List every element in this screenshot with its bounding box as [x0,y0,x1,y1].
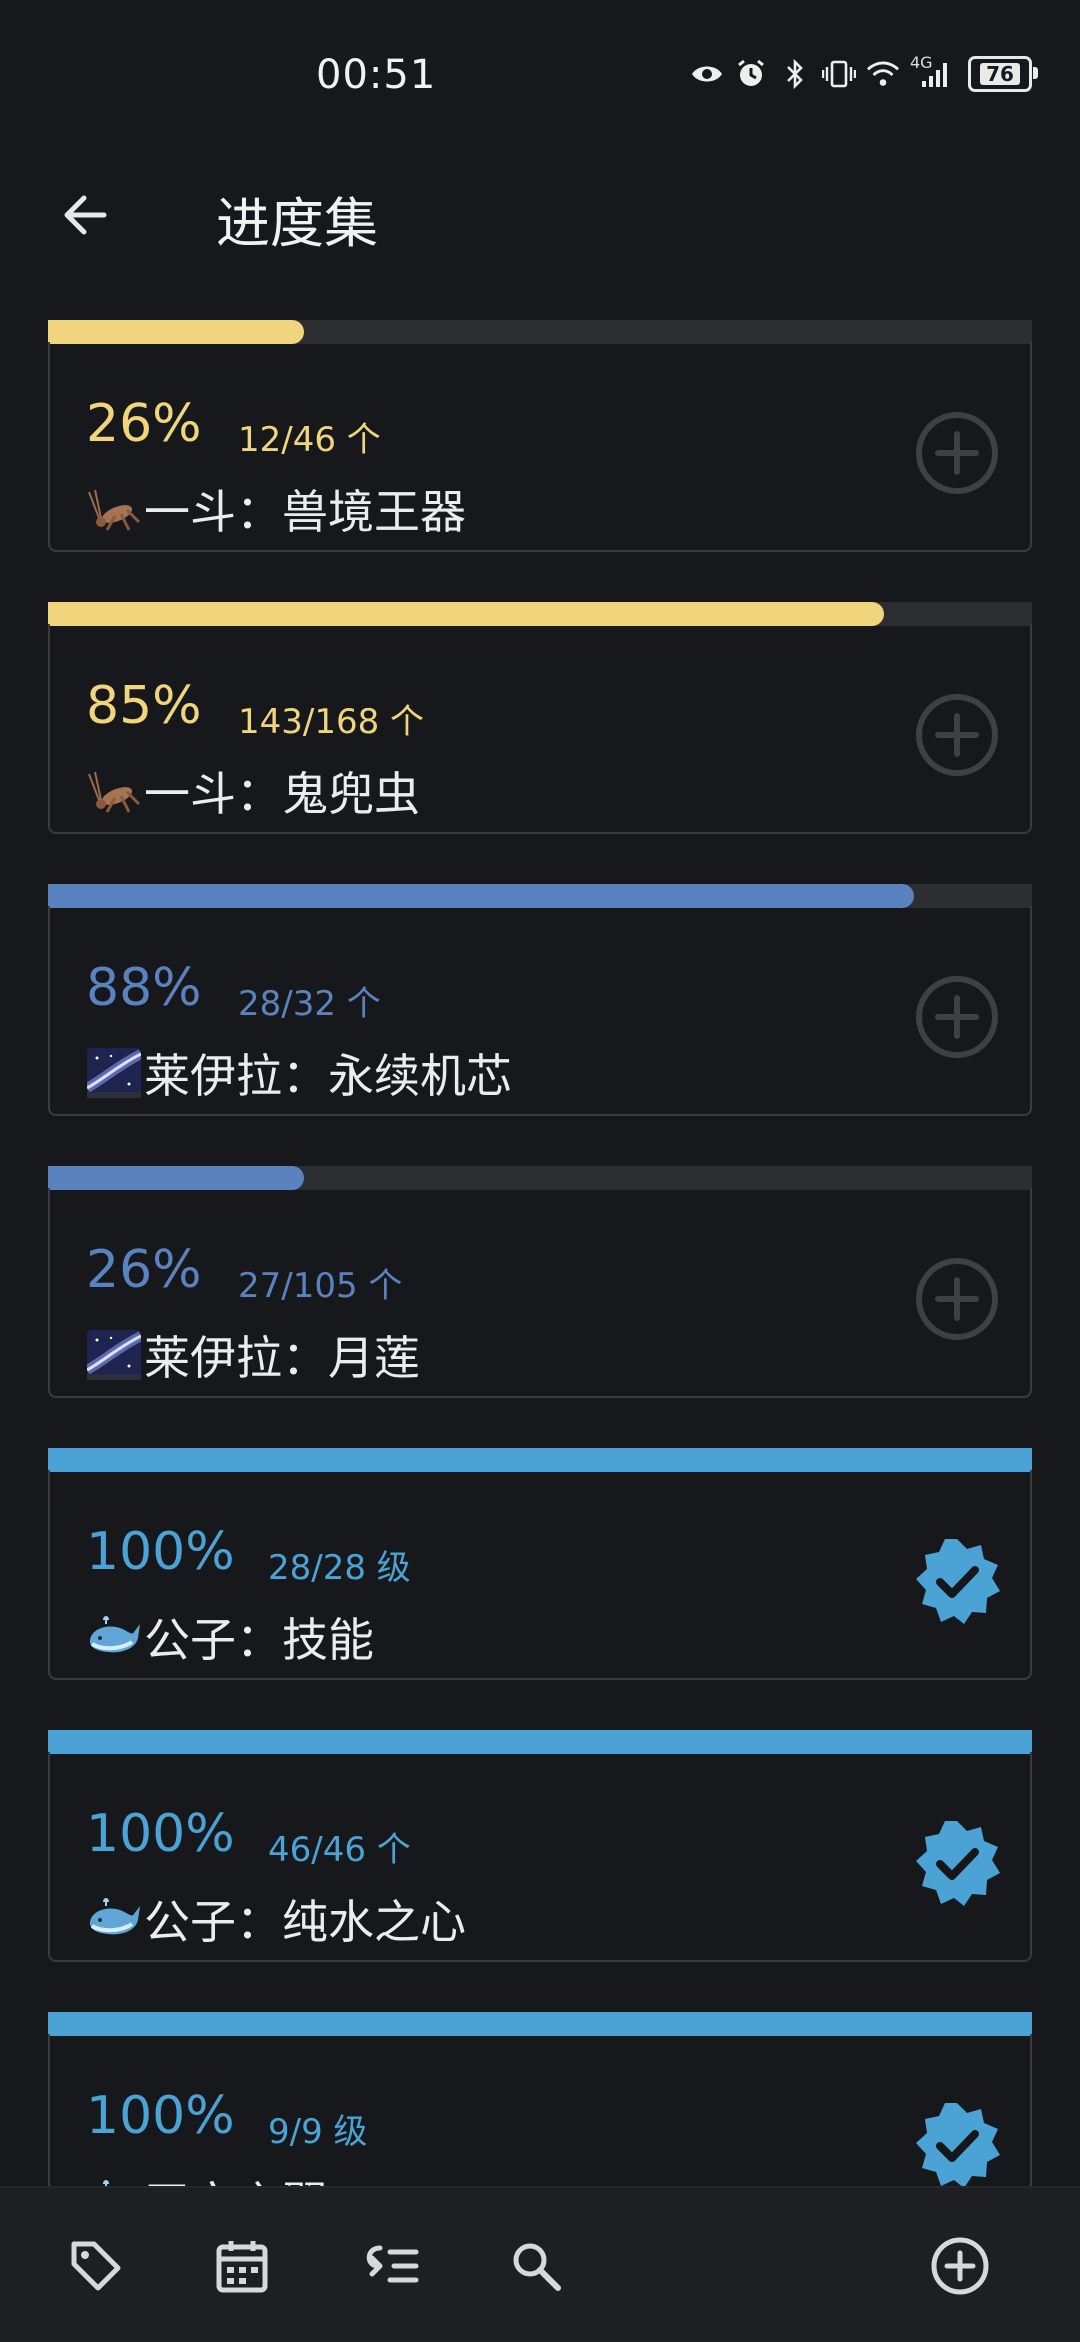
cricket-icon [86,763,142,819]
progress-name-row: 一斗：兽境王器 [86,476,466,542]
progress-name: 莱伊拉：月莲 [144,1331,420,1385]
progress-count: 46/46 个 [268,1830,411,1870]
progress-percent: 26% [86,1240,202,1300]
whale-icon [86,1609,142,1665]
calendar-button[interactable] [202,2226,282,2306]
progress-count: 28/32 个 [238,984,381,1024]
search-button[interactable] [496,2226,576,2306]
progress-name-row: 公子：技能 [86,1604,374,1670]
progress-name-row: 一斗：鬼兜虫 [86,758,420,824]
progress-count: 12/46 个 [238,420,381,460]
progress-name-row: 公子：纯水之心 [86,1886,466,1952]
add-progress-button[interactable] [912,972,1002,1062]
progress-percent: 85% [86,676,202,736]
progress-bar [48,2012,1032,2036]
progress-card-body: 85% 143/168 个 一斗：鬼兜虫 [48,624,1032,834]
progress-name-row: 莱伊拉：永续机芯 [86,1040,512,1106]
page-title: 进度集 [216,192,378,255]
status-time: 00:51 [316,52,437,98]
alarm-icon [734,57,768,91]
progress-count: 28/28 级 [268,1548,411,1588]
add-circle-icon [916,412,998,494]
add-progress-button[interactable] [912,1254,1002,1344]
add-circle-icon [931,2237,989,2295]
progress-name-row: 莱伊拉：月莲 [86,1322,420,1388]
battery-indicator: 76 [968,56,1038,92]
signal-icon: 4G [910,53,954,91]
progress-card-body: 26% 12/46 个 一斗：兽境王器 [48,342,1032,552]
progress-name: 一斗：兽境王器 [144,485,466,539]
progress-name: 公子：技能 [144,1613,374,1667]
tag-icon [71,2241,121,2291]
progress-name: 莱伊拉：永续机芯 [144,1049,512,1103]
add-progress-button[interactable] [912,690,1002,780]
milky-way-icon [86,1045,142,1101]
add-button[interactable] [920,2226,1000,2306]
progress-card[interactable]: 26% 12/46 个 一斗：兽境王器 [48,320,1032,554]
progress-card-body: 26% 27/105 个 莱伊拉：月莲 [48,1188,1032,1398]
progress-percent: 88% [86,958,202,1018]
bottom-navigation [0,2186,1080,2342]
calendar-icon [216,2241,268,2293]
progress-bar-fill [48,602,885,626]
progress-name: 公子：纯水之心 [144,1895,466,1949]
progress-card[interactable]: 100% 28/28 级 公子：技能 [48,1448,1032,1682]
progress-bar-fill [48,1448,1032,1472]
progress-bar [48,320,1032,344]
eye-icon [690,57,724,91]
arrow-back-icon [64,195,107,235]
completed-badge [912,1818,1002,1908]
progress-card[interactable]: 100% 46/46 个 公子：纯水之心 [48,1730,1032,1964]
top-app-bar: 进度集 [0,165,1080,265]
progress-name: 一斗：鬼兜虫 [144,767,420,821]
progress-count: 143/168 个 [238,702,425,742]
progress-card[interactable]: 85% 143/168 个 一斗：鬼兜虫 [48,602,1032,836]
progress-bar-fill [48,884,914,908]
progress-bar [48,884,1032,908]
add-circle-icon [916,1258,998,1340]
status-icons: 4G 76 [690,53,1038,92]
status-bar: 00:51 4G 76 [0,0,1080,150]
completed-badge [912,1536,1002,1626]
progress-count: 27/105 个 [238,1266,403,1306]
progress-card[interactable]: 26% 27/105 个 莱伊拉：月莲 [48,1166,1032,1400]
progress-bar [48,1448,1032,1472]
whale-icon [86,1891,142,1947]
progress-bar [48,1730,1032,1754]
list-sort-icon [366,2245,419,2283]
add-circle-icon [916,976,998,1058]
wifi-icon [866,57,900,91]
progress-bar-fill [48,1730,1032,1754]
progress-bar [48,1166,1032,1190]
bluetooth-icon [778,57,812,91]
progress-percent: 100% [86,1522,235,1582]
progress-count: 9/9 级 [268,2112,368,2152]
back-button[interactable] [50,180,120,250]
progress-percent: 26% [86,394,202,454]
progress-card-body: 100% 28/28 级 公子：技能 [48,1470,1032,1680]
progress-percent: 100% [86,1804,235,1864]
completed-badge [912,2100,1002,2190]
verified-check-icon [916,1539,1000,1624]
progress-list[interactable]: 26% 12/46 个 一斗：兽境王器 85% 143/168 个 一斗：鬼兜虫 [48,320,1032,2294]
progress-card-body: 100% 46/46 个 公子：纯水之心 [48,1752,1032,1962]
battery-level: 76 [980,63,1020,85]
tags-button[interactable] [56,2226,136,2306]
progress-percent: 100% [86,2086,235,2146]
progress-card[interactable]: 88% 28/32 个 莱伊拉：永续机芯 [48,884,1032,1118]
milky-way-icon [86,1327,142,1383]
verified-check-icon [916,2103,1000,2188]
add-progress-button[interactable] [912,408,1002,498]
progress-card-body: 88% 28/32 个 莱伊拉：永续机芯 [48,906,1032,1116]
verified-check-icon [916,1821,1000,1906]
cricket-icon [86,481,142,537]
reorder-button[interactable] [350,2226,430,2306]
vibrate-icon [822,57,856,91]
progress-bar-fill [48,2012,1032,2036]
add-circle-icon [916,694,998,776]
progress-bar-fill [48,1166,304,1190]
progress-bar-fill [48,320,304,344]
search-icon [513,2243,561,2291]
progress-bar [48,602,1032,626]
